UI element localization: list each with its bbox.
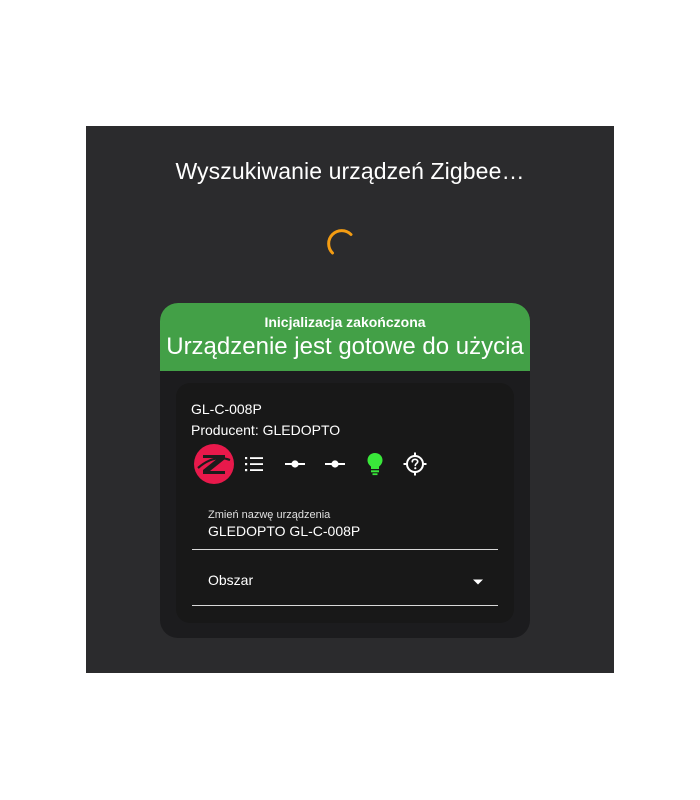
rename-device-input[interactable]: GLEDOPTO GL-C-008P [208,523,360,539]
zigbee-logo-icon[interactable] [194,444,234,484]
device-action-icons [194,444,514,484]
device-manufacturer: Producent: GLEDOPTO [191,422,341,438]
device-details: GL-C-008P Producent: GLEDOPTO Zmień nazw… [176,383,514,623]
lightbulb-icon[interactable] [366,452,384,476]
dropdown-arrow-icon[interactable] [472,578,484,586]
status-title: Urządzenie jest gotowe do użycia [166,333,524,360]
crosshair-help-icon[interactable] [403,452,427,476]
dialog-title: Wyszukiwanie urządzeń Zigbee… [175,158,525,184]
status-header: Inicjalizacja zakończona Urządzenie jest… [160,303,530,371]
device-model: GL-C-008P [191,401,262,417]
zigbee-discovery-dialog: Wyszukiwanie urządzeń Zigbee… Inicjaliza… [86,126,614,673]
rename-device-field[interactable]: Zmień nazwę urządzenia GLEDOPTO GL-C-008… [192,503,498,550]
status-subtitle: Inicjalizacja zakończona [264,314,426,330]
list-icon[interactable] [244,454,264,474]
area-select[interactable]: Obszar [192,561,498,606]
rename-device-label: Zmień nazwę urządzenia [208,509,331,521]
area-select-label: Obszar [208,572,254,588]
commit-icon[interactable] [324,454,346,474]
commit-icon[interactable] [284,454,306,474]
loading-spinner-icon [327,229,353,255]
device-card: Inicjalizacja zakończona Urządzenie jest… [160,303,530,638]
